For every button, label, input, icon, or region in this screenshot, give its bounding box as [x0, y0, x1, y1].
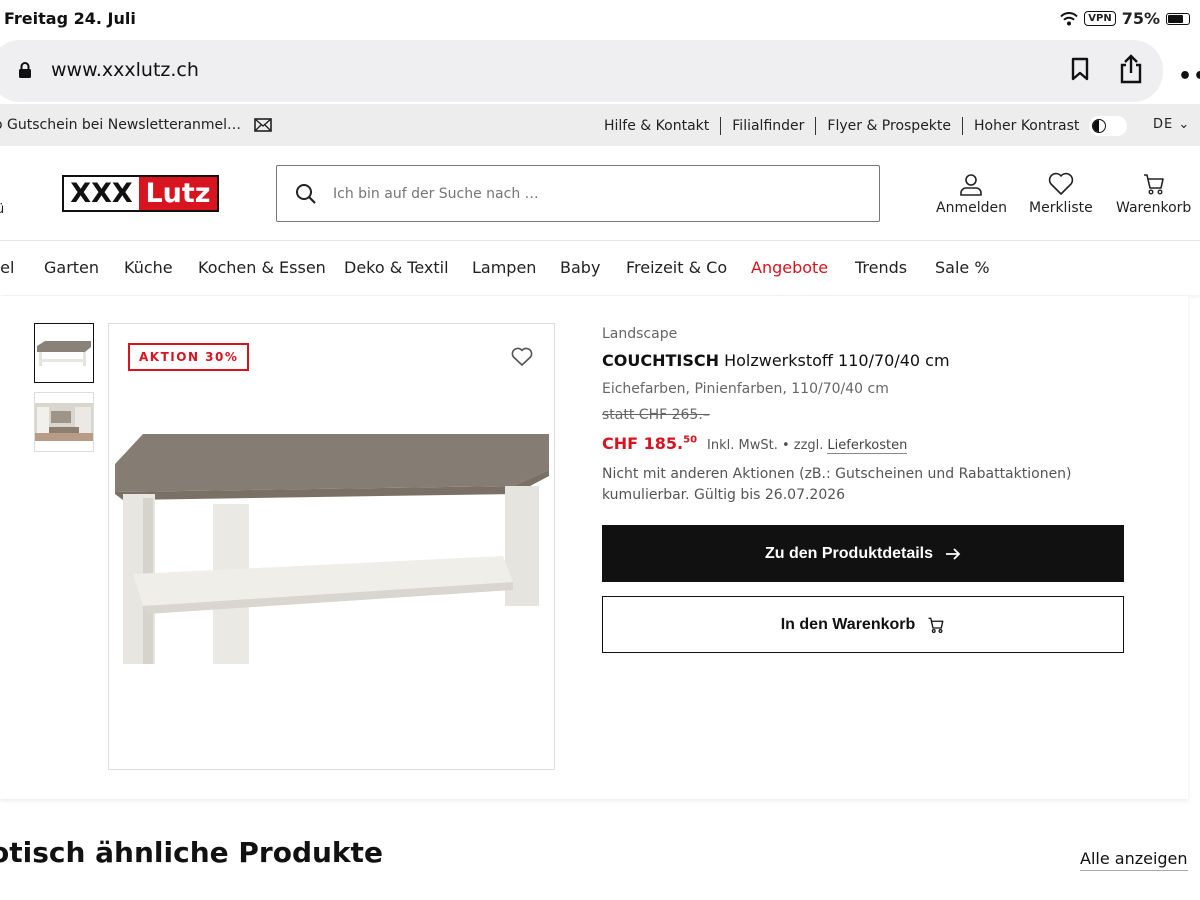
info-bar: o Gutschein bei Newsletteranmel… Hilfe &…: [0, 104, 1200, 146]
url-text[interactable]: www.xxxlutz.ch: [51, 59, 199, 81]
address-bar[interactable]: www.xxxlutz.ch: [0, 40, 1163, 102]
similar-products-heading: otisch ähnliche Produkte: [0, 836, 383, 869]
newsletter-promo[interactable]: o Gutschein bei Newsletteranmel…: [0, 117, 241, 133]
room-thumbnail-image: [35, 403, 93, 441]
cart-button[interactable]: Warenkorb: [1116, 172, 1191, 216]
product-details-button[interactable]: Zu den Produktdetails: [602, 525, 1124, 582]
category-baby[interactable]: Baby: [560, 258, 600, 277]
cart-label: Warenkorb: [1116, 200, 1192, 216]
cart-icon: [928, 617, 944, 633]
login-label: Anmelden: [936, 200, 1007, 216]
product-title: COUCHTISCH Holzwerkstoff 110/70/40 cm: [602, 351, 950, 370]
high-contrast-toggle[interactable]: [1089, 116, 1128, 136]
divider: [720, 117, 722, 135]
contrast-icon: [1092, 119, 1107, 133]
search-box[interactable]: [276, 165, 880, 222]
heart-icon[interactable]: [511, 347, 533, 367]
battery-percent: 75%: [1121, 9, 1160, 28]
category-nav: bel Garten Küche Kochen & Essen Deko & T…: [0, 242, 1200, 295]
battery-icon: [1166, 12, 1190, 25]
login-button[interactable]: Anmelden: [936, 172, 1007, 216]
category-moebel[interactable]: bel: [0, 258, 14, 277]
product-brand[interactable]: Landscape: [602, 326, 677, 342]
price-cents: 50: [683, 434, 698, 446]
price-row: CHF 185.50 Inkl. MwSt. • zzgl. Lieferkos…: [602, 434, 908, 454]
show-all-link[interactable]: Alle anzeigen: [1080, 849, 1188, 871]
user-icon: [960, 174, 983, 196]
help-contact-link[interactable]: Hilfe & Kontakt: [604, 118, 709, 134]
product-thumbnail[interactable]: [34, 323, 94, 383]
info-links: Hilfe & Kontakt Filialfinder Flyer & Pro…: [604, 116, 1128, 136]
category-kueche[interactable]: Küche: [124, 258, 173, 277]
product-card: AKTION 30% Landscape COUCHTISCH Holzwerk…: [0, 296, 1188, 799]
add-to-cart-button[interactable]: In den Warenkorb: [602, 596, 1124, 653]
category-deko-textil[interactable]: Deko & Textil: [344, 258, 449, 277]
arrow-right-icon: [946, 547, 961, 560]
search-icon[interactable]: [295, 183, 317, 205]
discount-badge: AKTION 30%: [128, 343, 250, 371]
shipping-cost-link[interactable]: Lieferkosten: [827, 438, 908, 454]
product-image[interactable]: AKTION 30%: [108, 323, 555, 770]
product-details-label: Zu den Produktdetails: [764, 544, 933, 562]
store-finder-link[interactable]: Filialfinder: [732, 118, 804, 134]
category-freizeit[interactable]: Freizeit & Co: [626, 258, 727, 277]
product-variant: Eichefarben, Pinienfarben, 110/70/40 cm: [602, 381, 889, 397]
wishlist-button[interactable]: Merkliste: [1029, 172, 1093, 216]
price-main: CHF 185.: [602, 434, 684, 453]
vpn-badge: VPN: [1084, 11, 1116, 26]
product-thumbnail[interactable]: [34, 392, 94, 452]
high-contrast-label: Hoher Kontrast: [974, 118, 1080, 134]
divider: [815, 117, 817, 135]
product-title-description: Holzwerkstoff 110/70/40 cm: [719, 351, 950, 370]
cart-icon: [1143, 174, 1164, 195]
status-bar: Freitag 24. Juli VPN 75%: [0, 0, 1200, 38]
category-kochen-essen[interactable]: Kochen & Essen: [198, 258, 326, 277]
add-to-cart-label: In den Warenkorb: [780, 615, 916, 633]
lock-icon: [19, 62, 31, 78]
promo-notice: Nicht mit anderen Aktionen (zB.: Gutsche…: [602, 466, 1072, 503]
mail-icon[interactable]: [254, 118, 272, 132]
heart-icon: [1048, 172, 1074, 195]
wishlist-label: Merkliste: [1029, 200, 1093, 216]
logo-text-left: XXX: [70, 178, 133, 209]
site-header: ü XXX Lutz Anmelden Merkliste Warenkorb: [0, 146, 1200, 241]
product-title-category: COUCHTISCH: [602, 351, 719, 370]
logo-text-right: Lutz: [139, 177, 217, 210]
status-date: Freitag 24. Juli: [4, 9, 136, 28]
xxxlutz-logo[interactable]: XXX Lutz: [62, 175, 219, 212]
category-lampen[interactable]: Lampen: [472, 258, 536, 277]
status-indicators: VPN 75%: [1060, 9, 1190, 28]
menu-label[interactable]: ü: [0, 202, 4, 217]
table-thumbnail-image: [37, 341, 91, 366]
current-price: CHF 185.50: [602, 434, 697, 453]
flyer-link[interactable]: Flyer & Prospekte: [827, 118, 951, 134]
language-selector[interactable]: DE ⌄: [1153, 117, 1190, 132]
category-sale[interactable]: Sale %: [935, 258, 990, 277]
bookmark-icon[interactable]: [1070, 57, 1090, 81]
tax-note: Inkl. MwSt. • zzgl.: [707, 438, 824, 453]
more-icon[interactable]: •••: [1178, 64, 1200, 89]
category-trends[interactable]: Trends: [855, 258, 907, 277]
divider: [962, 117, 964, 135]
category-garten[interactable]: Garten: [44, 258, 99, 277]
wifi-icon: [1060, 11, 1078, 25]
search-input[interactable]: [333, 166, 863, 221]
coffee-table-image: [115, 434, 549, 664]
share-icon[interactable]: [1119, 54, 1143, 84]
old-price: statt CHF 265.–: [602, 407, 710, 423]
category-angebote[interactable]: Angebote: [751, 258, 828, 277]
